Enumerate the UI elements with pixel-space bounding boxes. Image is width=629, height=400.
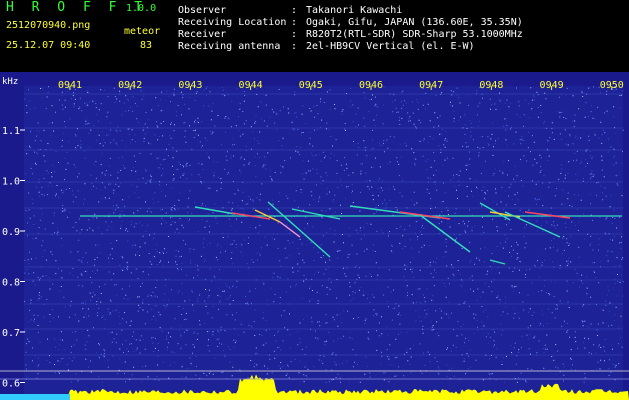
freq-tick-label: 0.6 — [2, 379, 20, 390]
freq-tick-label: 0.9 — [2, 227, 20, 238]
antenna-label: Receiving antenna — [178, 41, 281, 52]
header-panel: H R O F F T 1.0.0 2512070940.png 25.12.0… — [0, 0, 629, 72]
unit-label: kHz — [2, 77, 18, 87]
receiver-separator: : — [291, 29, 298, 40]
observer-value: Takanori Kawachi — [306, 5, 403, 16]
antenna-separator: : — [291, 41, 298, 52]
antenna-value: 2el-HB9CV Vertical (el. E-W) — [306, 41, 475, 52]
plot-area — [24, 86, 623, 400]
app-version: 1.0.0 — [126, 3, 157, 14]
freq-tick-label: 0.8 — [2, 278, 20, 289]
time-tick-label: 0943 — [178, 80, 202, 91]
time-tick-label: 0941 — [58, 80, 82, 91]
location-separator: : — [291, 17, 298, 28]
location-value: Ogaki, Gifu, JAPAN (136.60E, 35.35N) — [306, 17, 523, 28]
meteor-count-value: 83 — [140, 40, 153, 51]
time-tick-label: 0944 — [239, 80, 263, 91]
time-tick-label: 0948 — [479, 80, 503, 91]
time-tick-label: 0949 — [540, 80, 564, 91]
time-tick-label: 0947 — [419, 80, 443, 91]
meteor-count-label: meteor — [124, 26, 161, 37]
time-tick-label: 0945 — [299, 80, 323, 91]
baseline-start-segment — [0, 394, 70, 400]
freq-tick-label: 0.7 — [2, 328, 20, 339]
filename-label: 2512070940.png — [6, 20, 91, 31]
location-label: Receiving Location — [178, 17, 287, 28]
observer-separator: : — [291, 5, 298, 16]
receiver-label: Receiver — [178, 29, 227, 40]
time-tick-label: 0946 — [359, 80, 383, 91]
freq-tick-label: 1.1 — [2, 126, 20, 137]
observer-label: Observer — [178, 5, 227, 16]
spectrogram-plot: kHz 0941 0942 0943 0944 0945 0946 0947 0948 0949… — [0, 72, 629, 400]
datetime-label: 25.12.07 09:40 — [6, 40, 91, 51]
time-tick-label: 0950 — [600, 80, 624, 91]
receiver-value: R820T2(RTL-SDR) SDR-Sharp 53.1000MHz — [306, 29, 523, 40]
freq-tick-label: 1.0 — [2, 177, 20, 188]
time-tick-label: 0942 — [118, 80, 142, 91]
